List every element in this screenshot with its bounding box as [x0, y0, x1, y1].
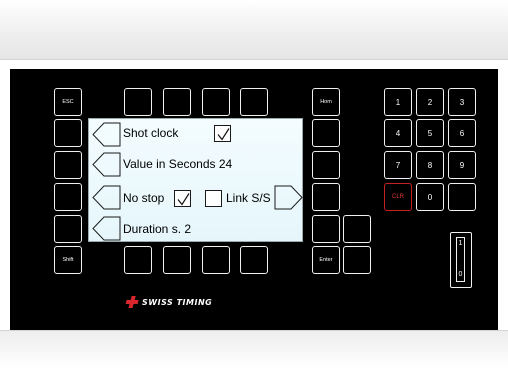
toggle-on-label: 1: [458, 240, 463, 247]
numpad-4[interactable]: 4: [384, 119, 412, 147]
clear-key[interactable]: CLR: [384, 183, 412, 211]
shot-clock-label: Shot clock: [123, 126, 179, 140]
shift-key[interactable]: Shift: [54, 246, 82, 274]
numpad-2[interactable]: 2: [416, 88, 444, 116]
numpad-3[interactable]: 3: [448, 88, 476, 116]
shot-clock-checkbox[interactable]: [214, 125, 231, 142]
left-softkey-4[interactable]: [91, 216, 121, 241]
numpad-5[interactable]: 5: [416, 119, 444, 147]
function-key-4[interactable]: [240, 88, 268, 116]
function-key-7[interactable]: [202, 246, 230, 274]
function-key-8[interactable]: [240, 246, 268, 274]
lcd-screen: Shot clock Value in Seconds 24 No stop L…: [88, 118, 303, 242]
toggle-off-label: 0: [458, 271, 463, 278]
left-key-2[interactable]: [54, 119, 82, 147]
left-softkey-1[interactable]: [91, 122, 121, 147]
duration-label: Duration s. 2: [123, 222, 192, 236]
middle-key-2[interactable]: [312, 119, 340, 147]
function-key-2[interactable]: [163, 88, 191, 116]
function-key-1[interactable]: [124, 88, 152, 116]
no-stop-label: No stop: [123, 191, 165, 205]
link-ss-label: Link S/S: [226, 191, 271, 205]
middle-key-3[interactable]: [312, 151, 340, 179]
numpad-1[interactable]: 1: [384, 88, 412, 116]
numpad-6[interactable]: 6: [448, 119, 476, 147]
function-key-5[interactable]: [124, 246, 152, 274]
middle-key-8[interactable]: [343, 246, 371, 274]
right-softkey-3[interactable]: [274, 185, 304, 210]
home-key[interactable]: Hom: [312, 88, 340, 116]
bottom-bezel: [0, 330, 508, 369]
numpad-9[interactable]: 9: [448, 151, 476, 179]
arrow-right-key[interactable]: [343, 215, 371, 243]
left-key-4[interactable]: [54, 183, 82, 211]
left-softkey-2[interactable]: [91, 152, 121, 177]
enter-key[interactable]: Enter: [312, 246, 340, 274]
top-bezel: [0, 0, 508, 60]
checkmark-icon: [217, 128, 230, 141]
numpad-0[interactable]: 0: [416, 183, 444, 211]
toggle-track: 1 0: [456, 237, 465, 282]
esc-key[interactable]: ESC: [54, 88, 82, 116]
numpad-8[interactable]: 8: [416, 151, 444, 179]
function-key-3[interactable]: [202, 88, 230, 116]
brand-name: SWISS TIMING: [142, 297, 213, 307]
numpad-blank-key[interactable]: [448, 183, 476, 211]
checkmark-icon: [206, 191, 223, 208]
numpad-7[interactable]: 7: [384, 151, 412, 179]
swiss-cross-icon: [125, 296, 139, 308]
left-key-3[interactable]: [54, 151, 82, 179]
power-toggle-switch[interactable]: 1 0: [450, 232, 472, 288]
checkmark-icon: [177, 193, 190, 206]
left-key-5[interactable]: [54, 215, 82, 243]
value-in-seconds-label: Value in Seconds 24: [123, 157, 233, 171]
link-ss-checkbox[interactable]: [205, 190, 222, 207]
swiss-timing-logo: SWISS TIMING: [125, 294, 212, 310]
arrow-left-key[interactable]: [312, 215, 340, 243]
middle-key-4[interactable]: [312, 183, 340, 211]
no-stop-checkbox[interactable]: [174, 190, 191, 207]
function-key-6[interactable]: [163, 246, 191, 274]
left-softkey-3[interactable]: [91, 185, 121, 210]
